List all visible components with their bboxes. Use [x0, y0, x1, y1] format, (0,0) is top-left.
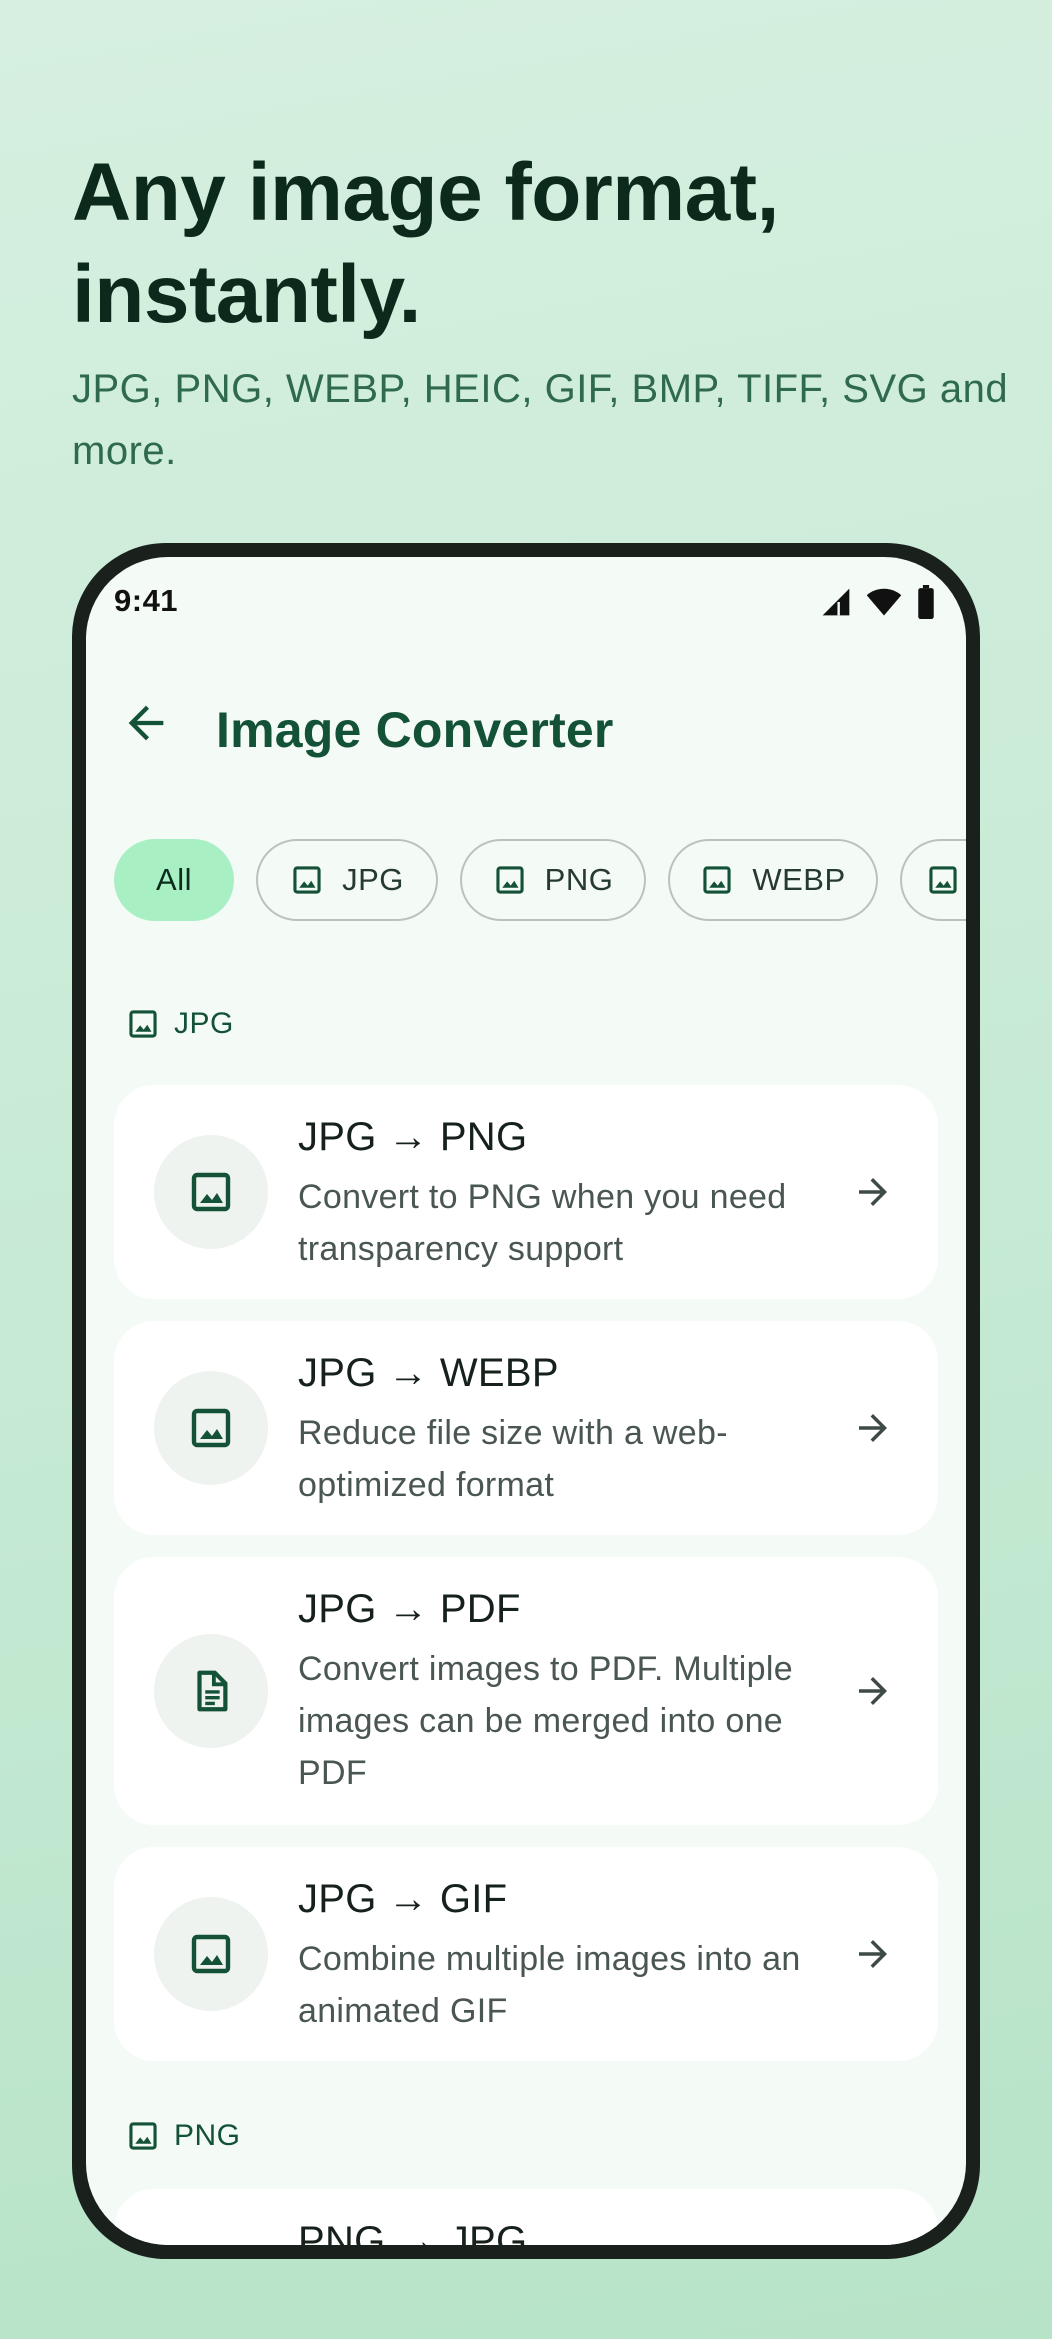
- chip-more[interactable]: [900, 839, 966, 921]
- card-title: JPG → PNG: [298, 1115, 528, 1159]
- image-icon: [191, 1934, 231, 1974]
- hero-subline: JPG, PNG, WEBP, HEIC, GIF, BMP, TIFF, SV…: [72, 367, 1009, 473]
- app-bar: Image Converter: [86, 657, 966, 777]
- conversion-card-png-jpg[interactable]: PNG → JPG: [114, 2189, 938, 2245]
- section-label: JPG: [174, 1007, 234, 1040]
- status-time: 9:41: [114, 583, 179, 618]
- card-title: PNG → JPG: [298, 2219, 528, 2245]
- arrow-forward-icon: [850, 1169, 896, 1215]
- card-title: JPG → PDF: [298, 1587, 521, 1631]
- chip-label: JPG: [342, 862, 404, 897]
- card-icon: [154, 1897, 268, 2011]
- card-title: JPG → GIF: [298, 1877, 508, 1921]
- card-icon: [154, 1371, 268, 1485]
- card-description: Convert to PNG when you need transparenc…: [298, 1178, 787, 1268]
- back-button[interactable]: [116, 693, 176, 753]
- image-icon: [293, 866, 321, 894]
- app-title: Image Converter: [216, 702, 614, 758]
- card-description: Combine multiple images into an animated…: [298, 1940, 801, 2030]
- image-icon: [129, 1010, 157, 1038]
- document-icon: [197, 1670, 228, 1712]
- arrow-forward-icon: [850, 1668, 896, 1714]
- chip-webp[interactable]: WEBP: [668, 839, 878, 921]
- battery-icon: [918, 585, 934, 619]
- chip-label: WEBP: [752, 862, 846, 897]
- signal-icon: [822, 588, 850, 616]
- chip-png[interactable]: PNG: [460, 839, 646, 921]
- conversion-card-jpg-png[interactable]: JPG → PNG Convert to PNG when you need t…: [114, 1085, 938, 1299]
- card-icon: [154, 1634, 268, 1748]
- conversion-card-jpg-gif[interactable]: JPG → GIF Combine multiple images into a…: [114, 1847, 938, 2061]
- wifi-icon: [866, 588, 902, 616]
- conversion-card-jpg-pdf[interactable]: JPG → PDF Convert images to PDF. Multipl…: [114, 1557, 938, 1825]
- card-title: JPG → WEBP: [298, 1351, 559, 1395]
- arrow-forward-icon: [850, 1931, 896, 1977]
- section-header-png: PNG: [126, 2119, 241, 2153]
- image-icon: [191, 1172, 231, 1212]
- chip-jpg[interactable]: JPG: [256, 839, 438, 921]
- phone-frame: 9:41 Image Converter All JPG PNG WEBP JP…: [72, 543, 980, 2259]
- arrow-forward-icon: [850, 1405, 896, 1451]
- card-description: Reduce file size with a web-optimized fo…: [298, 1414, 728, 1504]
- conversion-card-jpg-webp[interactable]: JPG → WEBP Reduce file size with a web-o…: [114, 1321, 938, 1535]
- image-icon: [191, 1408, 231, 1448]
- phone-screen: 9:41 Image Converter All JPG PNG WEBP JP…: [86, 557, 966, 2245]
- chip-label: All: [156, 862, 192, 897]
- image-icon: [496, 866, 524, 894]
- image-icon: [703, 866, 731, 894]
- chip-all[interactable]: All: [114, 839, 234, 921]
- card-icon: [154, 1135, 268, 1249]
- hero-headline: Any image format, instantly.: [72, 147, 779, 340]
- image-icon: [929, 866, 957, 894]
- section-label: PNG: [174, 2119, 241, 2152]
- arrow-back-icon: [128, 705, 164, 741]
- section-header-jpg: JPG: [126, 1007, 234, 1041]
- chip-label: PNG: [544, 862, 614, 897]
- status-bar: 9:41: [86, 557, 966, 647]
- card-description: Convert images to PDF. Multiple images c…: [298, 1650, 793, 1792]
- image-icon: [129, 2122, 157, 2150]
- filter-chips: All JPG PNG WEBP: [114, 839, 966, 923]
